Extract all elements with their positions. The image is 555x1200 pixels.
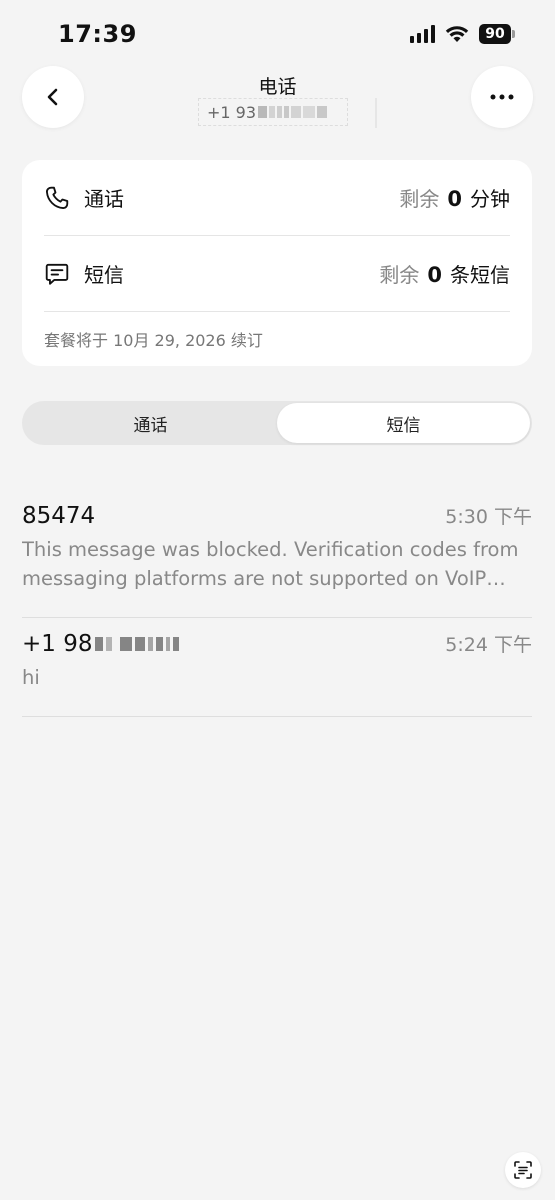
plan-card: 通话 剩余 0 分钟 短信 剩余 0 条短信 套餐将于 10月 29, 2026… (22, 160, 532, 366)
message-sender: 85474 (22, 503, 96, 529)
more-options-button[interactable] (471, 66, 533, 128)
battery-level: 90 (479, 24, 511, 44)
calls-remaining-unit: 分钟 (470, 187, 510, 211)
message-time: 5:24 下午 (445, 634, 532, 656)
status-time: 17:39 (58, 20, 137, 48)
battery-icon: 90 (479, 24, 515, 44)
phone-number: +1 93 (198, 98, 348, 126)
phone-number-prefix: +1 93 (207, 102, 257, 122)
phone-icon (46, 186, 69, 209)
message-preview: This message was blocked. Verification c… (22, 538, 519, 590)
calls-remaining-value: 0 (447, 187, 462, 211)
ellipsis-icon (490, 94, 514, 100)
message-time: 5:30 下午 (445, 506, 532, 528)
list-item[interactable]: +1 98 5:24 下午 hi (22, 618, 532, 717)
wifi-icon (445, 25, 469, 43)
scan-text-button[interactable] (505, 1152, 541, 1188)
message-icon (45, 263, 69, 285)
renewal-notice: 套餐将于 10月 29, 2026 续订 (44, 331, 263, 350)
tab-switcher: 通话 短信 (22, 401, 532, 445)
sms-remaining-prefix: 剩余 (379, 263, 420, 287)
message-preview: hi (22, 666, 40, 689)
message-list: 85474 5:30 下午 This message was blocked. … (22, 490, 532, 717)
message-sender-prefix: +1 98 (22, 631, 93, 657)
scan-text-icon (514, 1161, 532, 1179)
message-sender: +1 98 (22, 631, 180, 657)
calls-remaining-prefix: 剩余 (399, 187, 440, 211)
plan-row-calls: 通话 剩余 0 分钟 (44, 160, 510, 236)
status-icons: 90 (410, 24, 515, 44)
tab-calls[interactable]: 通话 (24, 403, 277, 443)
list-item[interactable]: 85474 5:30 下午 This message was blocked. … (22, 490, 532, 618)
cellular-signal-icon (410, 25, 435, 43)
tab-sms[interactable]: 短信 (277, 403, 530, 443)
plan-row-sms: 短信 剩余 0 条短信 (44, 236, 510, 312)
sms-screen: 17:39 90 电话 +1 93 通话 剩余 0 分钟 短信 剩余 0 条短信… (0, 0, 555, 1200)
header-divider (375, 98, 377, 128)
sms-remaining-value: 0 (427, 263, 442, 287)
calls-label: 通话 (84, 187, 124, 211)
sms-remaining-unit: 条短信 (450, 263, 510, 287)
sms-label: 短信 (84, 263, 124, 287)
